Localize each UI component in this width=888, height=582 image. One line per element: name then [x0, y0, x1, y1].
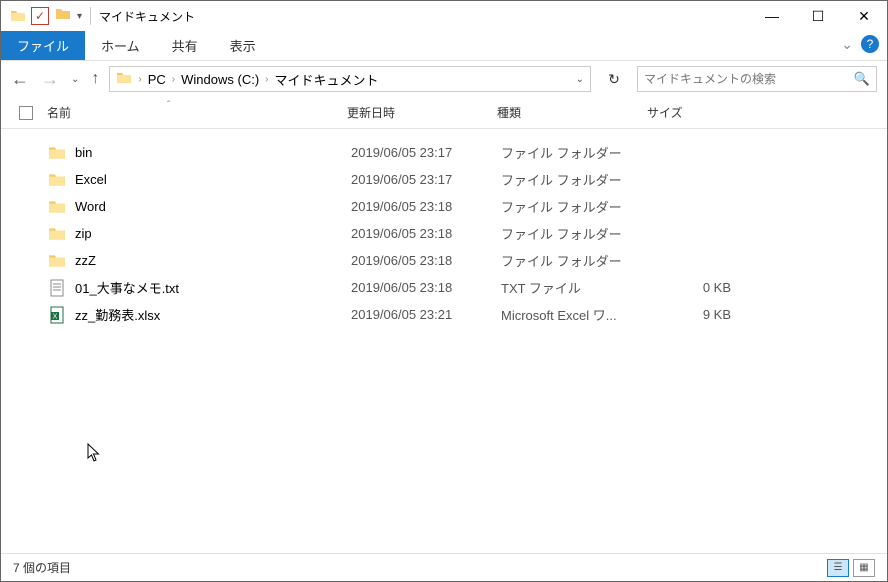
column-label: 更新日時 [347, 106, 395, 120]
separator [90, 7, 91, 25]
address-dropdown-icon[interactable]: ⌄ [576, 74, 584, 85]
address-bar[interactable]: › PC › Windows (C:) › マイドキュメント ⌄ [109, 66, 591, 92]
file-row[interactable]: Word2019/06/05 23:18ファイル フォルダー [1, 193, 887, 220]
xlsx-icon: X [47, 305, 67, 325]
icons-view-button[interactable]: ▦ [853, 559, 875, 577]
chevron-right-icon[interactable]: › [265, 74, 268, 85]
file-type: Microsoft Excel ワ... [501, 305, 651, 324]
column-label: 種類 [497, 106, 521, 120]
column-type[interactable]: 種類 [497, 104, 647, 121]
folder-icon [47, 197, 67, 217]
maximize-button[interactable]: ☐ [795, 1, 841, 31]
file-name: Word [75, 199, 351, 214]
ribbon-tabs: ファイル ホーム 共有 表示 ⌄ ? [1, 31, 887, 61]
file-list: bin2019/06/05 23:17ファイル フォルダーExcel2019/0… [1, 129, 887, 328]
chevron-right-icon[interactable]: › [172, 74, 175, 85]
breadcrumb-folder[interactable]: マイドキュメント [275, 70, 379, 89]
properties-icon[interactable]: ✓ [31, 7, 49, 25]
folder-icon [116, 70, 132, 89]
tab-label: 共有 [172, 36, 198, 55]
file-date: 2019/06/05 23:18 [351, 226, 501, 241]
recent-locations-icon[interactable]: ⌄ [71, 74, 79, 85]
sort-indicator-icon: ˆ [167, 100, 170, 111]
tab-share[interactable]: 共有 [156, 31, 214, 60]
navigation-bar: ← → ⌄ ↑ › PC › Windows (C:) › マイドキュメント ⌄… [1, 61, 887, 97]
forward-button[interactable]: → [41, 69, 59, 90]
file-row[interactable]: 01_大事なメモ.txt2019/06/05 23:18TXT ファイル0 KB [1, 274, 887, 301]
file-size: 9 KB [651, 307, 751, 322]
file-row[interactable]: Excel2019/06/05 23:17ファイル フォルダー [1, 166, 887, 193]
back-button[interactable]: ← [11, 69, 29, 90]
folder-icon [47, 224, 67, 244]
window-controls: — ☐ ✕ [749, 1, 887, 31]
column-label: サイズ [647, 106, 683, 120]
file-name: zzZ [75, 253, 351, 268]
tab-label: 表示 [230, 36, 256, 55]
help-icon[interactable]: ? [861, 35, 879, 53]
file-name: Excel [75, 172, 351, 187]
file-type: ファイル フォルダー [501, 224, 651, 243]
file-type: ファイル フォルダー [501, 170, 651, 189]
up-button[interactable]: ↑ [91, 70, 99, 88]
file-name: bin [75, 145, 351, 160]
details-view-button[interactable]: ☰ [827, 559, 849, 577]
select-all-checkbox[interactable] [19, 106, 33, 120]
window-title: マイドキュメント [99, 8, 195, 25]
folder-icon [47, 251, 67, 271]
chevron-right-icon[interactable]: › [138, 74, 141, 85]
tab-label: ホーム [101, 36, 140, 55]
file-type: ファイル フォルダー [501, 143, 651, 162]
file-row[interactable]: zzZ2019/06/05 23:18ファイル フォルダー [1, 247, 887, 274]
column-date[interactable]: 更新日時 [347, 104, 497, 121]
file-type: ファイル フォルダー [501, 197, 651, 216]
column-label: 名前 [47, 106, 71, 120]
file-date: 2019/06/05 23:17 [351, 172, 501, 187]
file-date: 2019/06/05 23:18 [351, 199, 501, 214]
file-date: 2019/06/05 23:18 [351, 280, 501, 295]
status-bar: 7 個の項目 ☰ ▦ [1, 553, 887, 581]
file-date: 2019/06/05 23:18 [351, 253, 501, 268]
svg-text:X: X [53, 313, 58, 320]
file-name: 01_大事なメモ.txt [75, 278, 351, 297]
minimize-button[interactable]: — [749, 1, 795, 31]
file-row[interactable]: Xzz_勤務表.xlsx2019/06/05 23:21Microsoft Ex… [1, 301, 887, 328]
close-button[interactable]: ✕ [841, 1, 887, 31]
file-date: 2019/06/05 23:21 [351, 307, 501, 322]
file-row[interactable]: zip2019/06/05 23:18ファイル フォルダー [1, 220, 887, 247]
title-bar: ✓ ▾ マイドキュメント — ☐ ✕ [1, 1, 887, 31]
ribbon-collapse-icon[interactable]: ⌄ [841, 36, 853, 53]
search-box[interactable]: 🔍 [637, 66, 877, 92]
file-date: 2019/06/05 23:17 [351, 145, 501, 160]
file-name: zz_勤務表.xlsx [75, 305, 351, 324]
file-type: TXT ファイル [501, 278, 651, 297]
folder-icon [47, 143, 67, 163]
quick-access-toolbar: ✓ ▾ [31, 6, 82, 27]
column-headers: 名前 ˆ 更新日時 種類 サイズ [1, 97, 887, 129]
folder-icon [9, 7, 27, 25]
column-name[interactable]: 名前 ˆ [47, 104, 347, 121]
breadcrumb-drive[interactable]: Windows (C:) [181, 72, 259, 87]
tab-home[interactable]: ホーム [85, 31, 156, 60]
column-size[interactable]: サイズ [647, 104, 747, 121]
mouse-cursor-icon [87, 443, 103, 468]
breadcrumb-pc[interactable]: PC [148, 72, 166, 87]
file-type: ファイル フォルダー [501, 251, 651, 270]
file-name: zip [75, 226, 351, 241]
qat-dropdown-icon[interactable]: ▾ [77, 11, 82, 22]
folder-small-icon[interactable] [55, 6, 71, 27]
tab-file[interactable]: ファイル [1, 31, 85, 60]
tab-view[interactable]: 表示 [214, 31, 272, 60]
item-count: 7 個の項目 [13, 559, 71, 576]
tab-label: ファイル [17, 36, 69, 55]
search-icon[interactable]: 🔍 [854, 71, 870, 87]
file-size: 0 KB [651, 280, 751, 295]
refresh-button[interactable]: ↻ [601, 66, 627, 92]
file-row[interactable]: bin2019/06/05 23:17ファイル フォルダー [1, 139, 887, 166]
txt-icon [47, 278, 67, 298]
search-input[interactable] [644, 72, 854, 86]
folder-icon [47, 170, 67, 190]
